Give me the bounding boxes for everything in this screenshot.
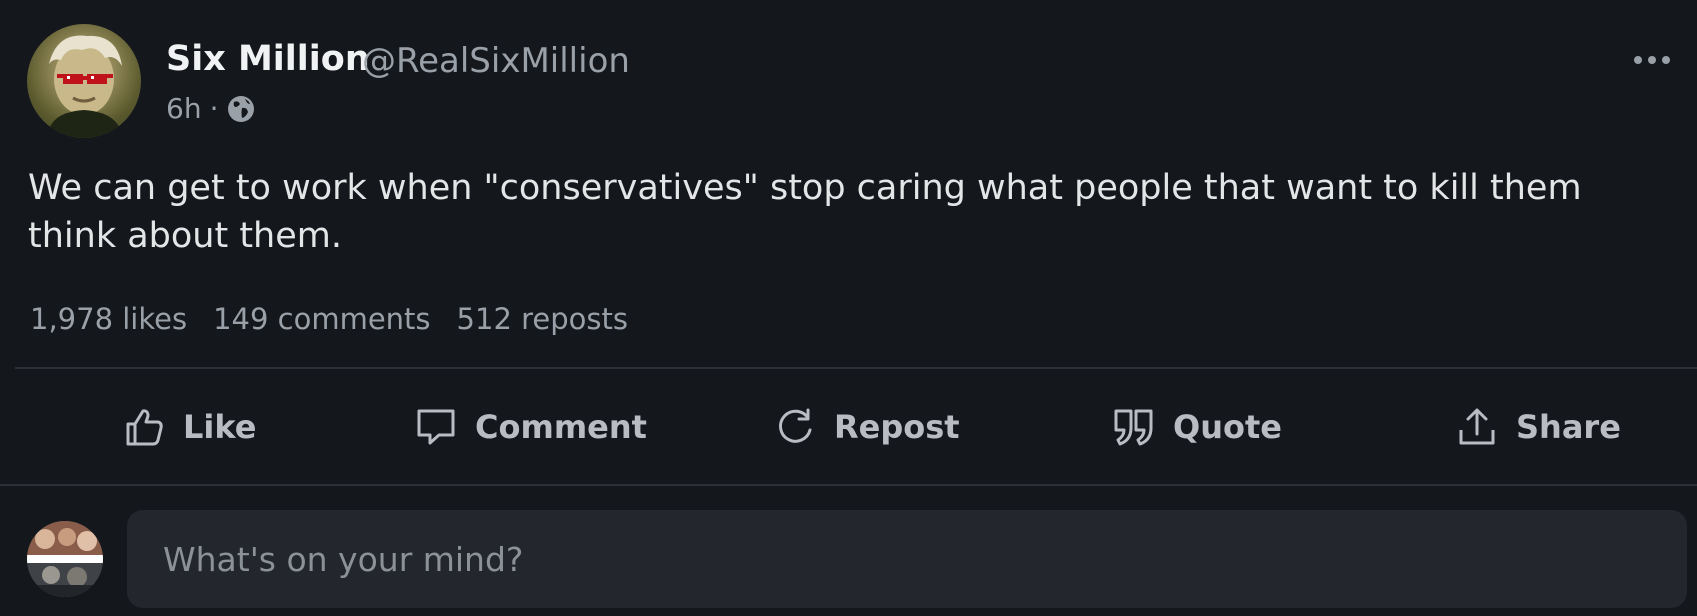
repost-icon — [778, 408, 812, 443]
post-stats: 1,978 likes 149 comments 512 reposts — [30, 302, 628, 336]
action-bar: Like Comment Repost Quote Share — [0, 370, 1697, 484]
repost-button[interactable]: Repost — [774, 370, 960, 484]
share-icon — [1459, 408, 1495, 445]
quote-label: Quote — [1173, 408, 1282, 446]
comment-icon — [417, 409, 455, 445]
post-text: We can get to work when "conservatives" … — [28, 168, 1582, 256]
author-name[interactable]: Six Million — [166, 39, 370, 79]
comments-count[interactable]: 149 comments — [213, 302, 430, 336]
post-card: Six Million @RealSixMillion 6h · We can … — [0, 0, 1697, 616]
comment-button[interactable]: Comment — [415, 370, 647, 484]
comment-label: Comment — [475, 408, 647, 446]
divider — [15, 367, 1697, 369]
likes-count[interactable]: 1,978 likes — [30, 302, 187, 336]
author-handle[interactable]: @RealSixMillion — [362, 41, 630, 81]
reposts-count[interactable]: 512 reposts — [457, 302, 628, 336]
user-avatar[interactable] — [27, 521, 103, 597]
avatar-portrait-icon — [47, 35, 123, 138]
share-label: Share — [1516, 408, 1621, 446]
quote-icon — [1114, 409, 1153, 446]
globe-icon — [228, 95, 255, 122]
divider — [0, 484, 1697, 486]
meta-separator: · — [209, 92, 219, 125]
share-button[interactable]: Share — [1456, 370, 1621, 484]
user-avatar-icon — [27, 521, 103, 597]
post-timestamp[interactable]: 6h — [166, 92, 202, 125]
thumbs-up-icon — [126, 409, 163, 446]
author-avatar[interactable] — [27, 24, 141, 138]
quote-button[interactable]: Quote — [1113, 370, 1282, 484]
more-horizontal-icon[interactable] — [1632, 48, 1672, 72]
like-button[interactable]: Like — [123, 370, 256, 484]
like-label: Like — [183, 408, 257, 446]
repost-label: Repost — [834, 408, 960, 446]
post-meta: 6h · — [166, 92, 256, 125]
composer-input[interactable] — [127, 510, 1687, 608]
